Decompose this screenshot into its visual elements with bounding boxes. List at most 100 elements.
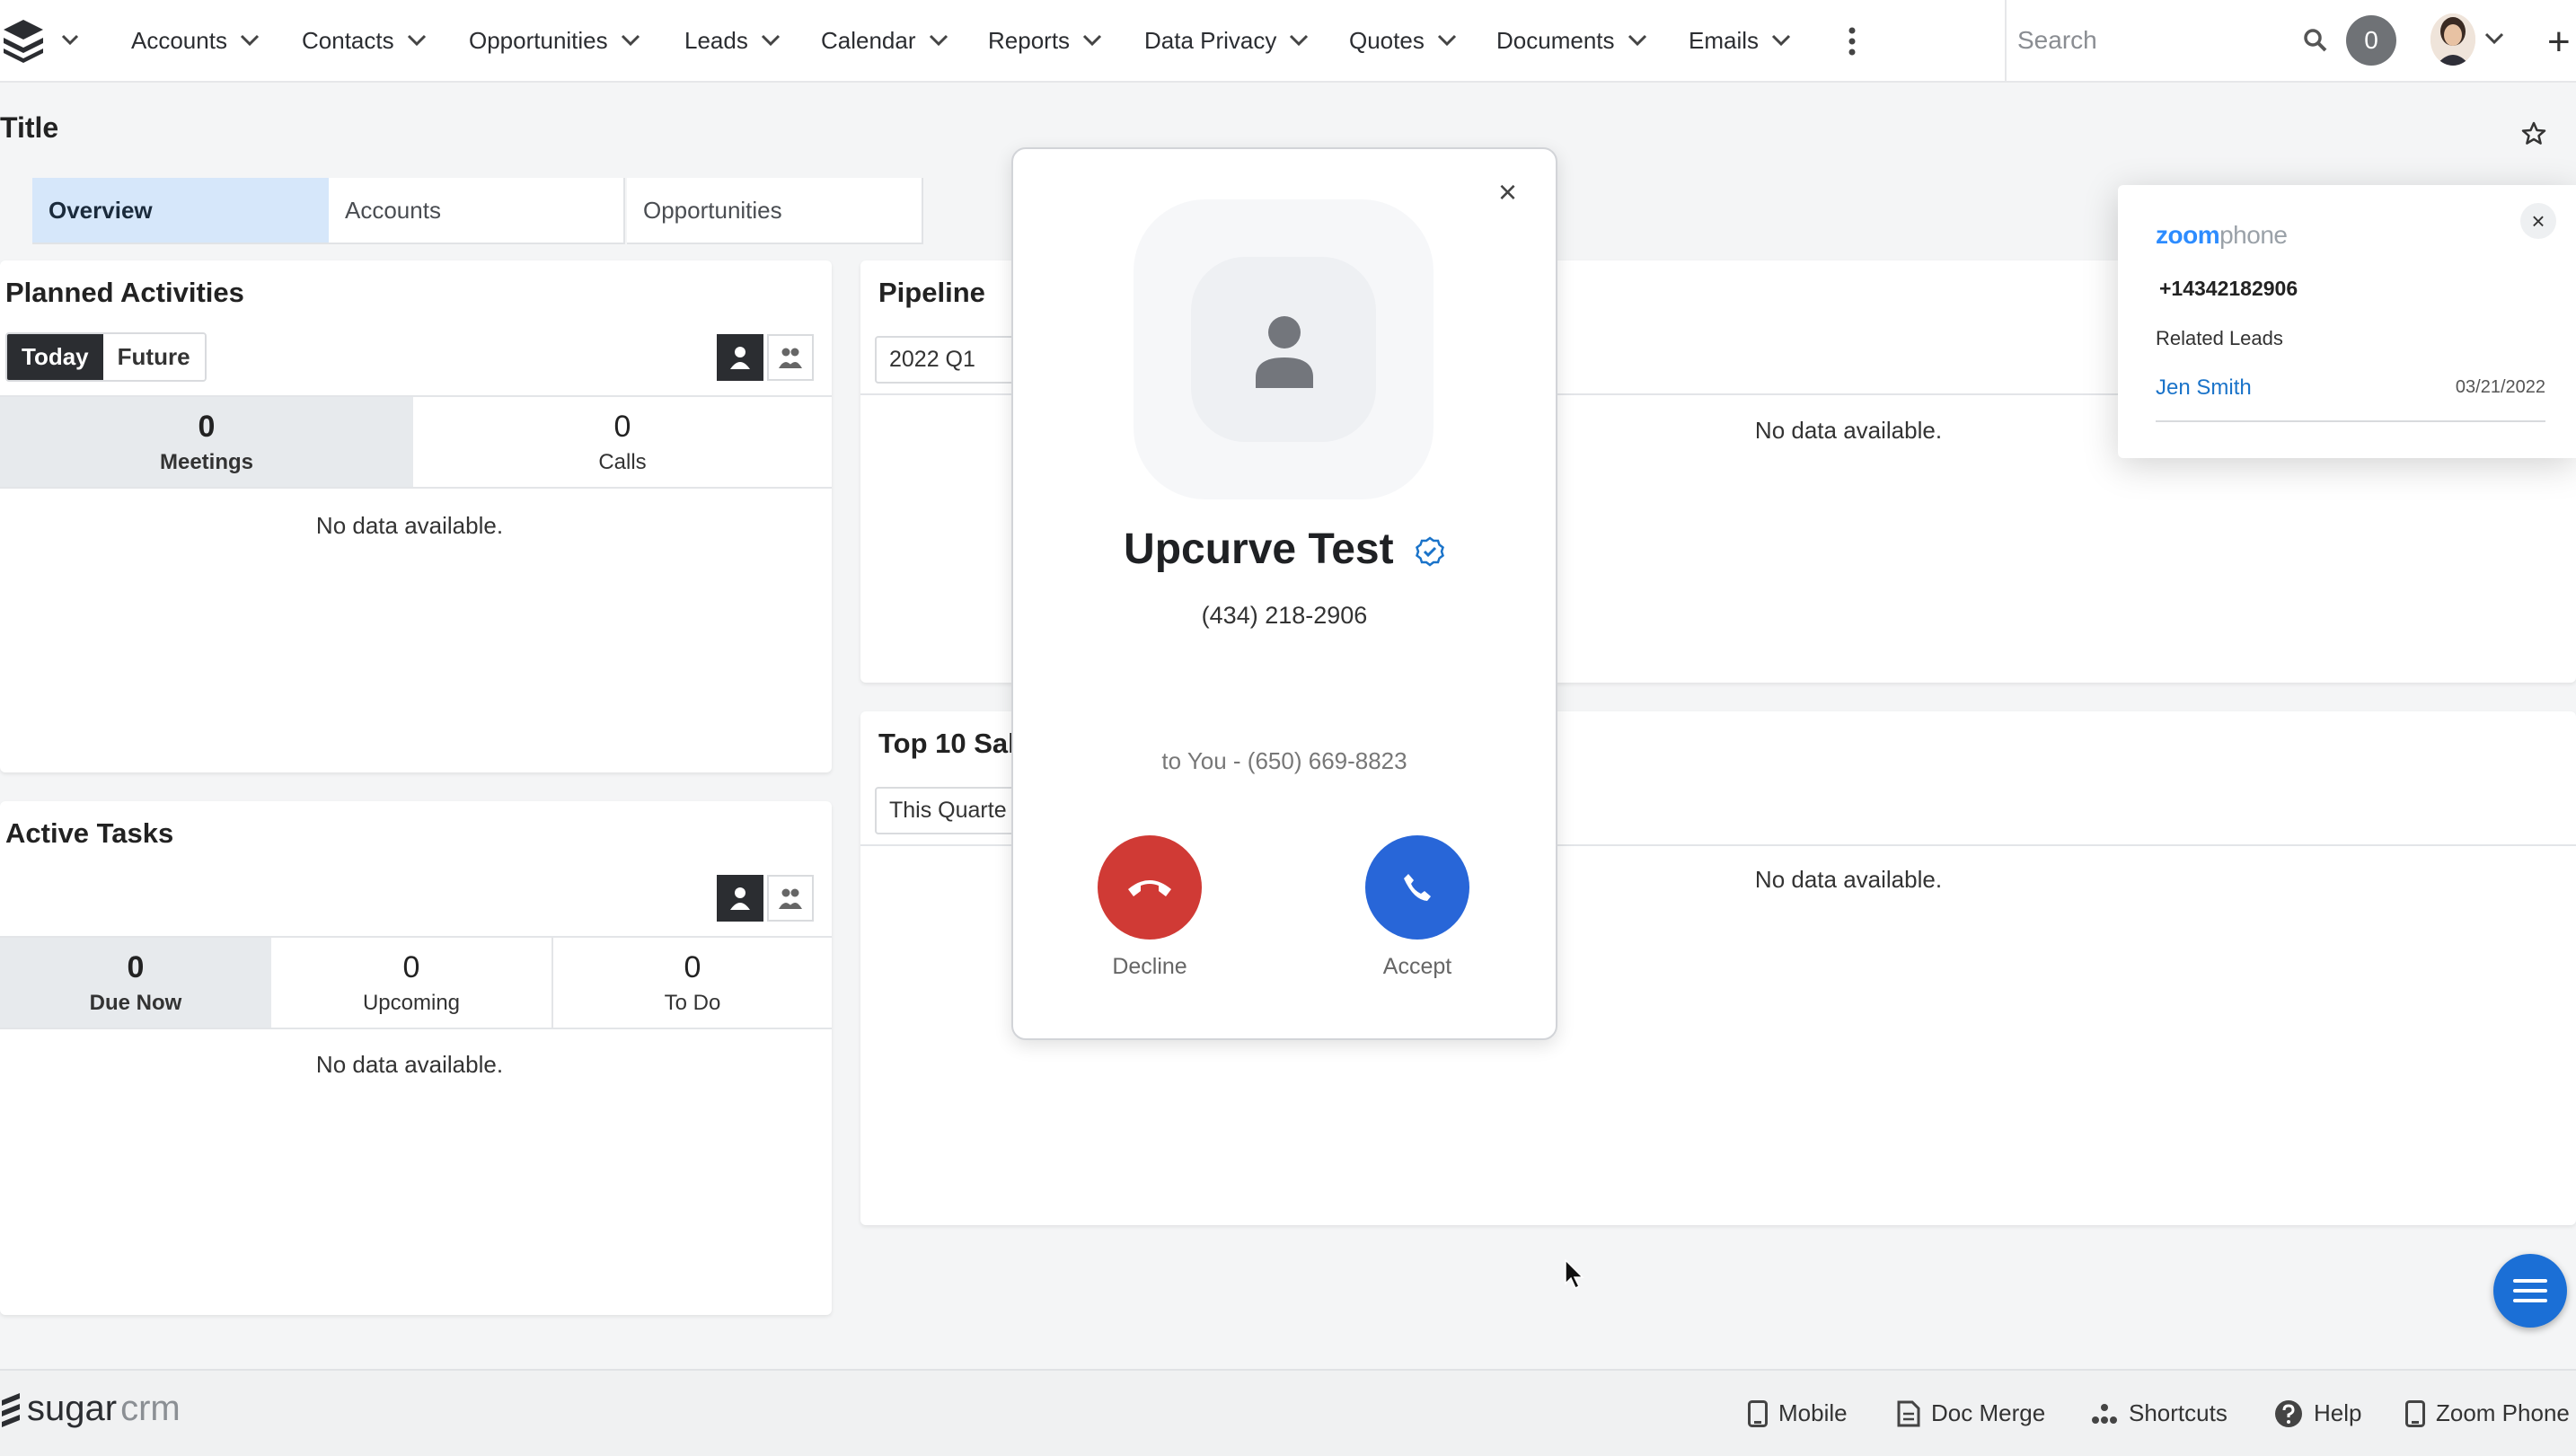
close-icon[interactable]: × [2520,203,2556,239]
chevron-down-icon [1290,34,1309,47]
person-icon [1256,314,1313,388]
nav-leads[interactable]: Leads [684,0,781,81]
caller-name: Upcurve Test [1124,525,1394,573]
nav-documents[interactable]: Documents [1496,0,1647,81]
dashlet-title: Pipeline [878,277,985,308]
chevron-down-icon [929,34,948,47]
mouse-cursor-icon [1565,1259,1584,1290]
meetings-stat[interactable]: 0 Meetings [0,395,413,489]
zoom-phone-panel: zoomphone × +14342182906 Related Leads J… [2118,185,2576,458]
footer-mobile[interactable]: Mobile [1748,1371,1848,1456]
tab-overview[interactable]: Overview [32,178,329,244]
nav-accounts[interactable]: Accounts [131,0,260,81]
tab-opportunities[interactable]: Opportunities [627,178,923,244]
chevron-down-icon [621,34,640,47]
calls-stat[interactable]: 0 Calls [413,395,832,489]
footer-shortcuts[interactable]: Shortcuts [2091,1371,2228,1456]
page-title: Title [0,111,59,144]
caller-avatar-inner [1191,257,1376,442]
sugarcrm-logo[interactable]: sugar crm [0,1389,181,1429]
favorite-star-icon[interactable] [2520,120,2547,147]
upcoming-stat[interactable]: 0 Upcoming [271,936,553,1029]
menu-fab-button[interactable] [2493,1254,2567,1328]
due-now-stat[interactable]: 0 Due Now [0,936,271,1029]
user-avatar[interactable] [2430,13,2475,66]
empty-message: No data available. [315,512,504,539]
mobile-icon [2405,1399,2425,1427]
caller-number: (434) 218-2906 [1201,602,1368,629]
user-menu-chevron-icon[interactable] [2484,32,2504,45]
footer-help[interactable]: Help [2274,1371,2361,1456]
chevron-down-icon [240,34,260,47]
caller-name-row: Upcurve Test [1013,525,1556,574]
empty-message: No data available. [1754,866,1943,893]
nav-reports[interactable]: Reports [988,0,1102,81]
dashlet-title: Top 10 Sal [878,728,1016,759]
home-menu-chevron-icon[interactable] [59,29,81,50]
verified-badge-icon [1415,536,1445,567]
chevron-down-icon [761,34,780,47]
incoming-number: +14342182906 [2159,277,2298,300]
today-future-toggle: Today Future [5,332,207,382]
footer-zoom-phone[interactable]: Zoom Phone [2405,1371,2570,1456]
zoom-phone-logo: zoomphone [2156,221,2288,249]
tab-accounts[interactable]: Accounts [329,178,625,244]
nav-quotes[interactable]: Quotes [1349,0,1457,81]
related-leads-heading: Related Leads [2156,327,2283,349]
dashlet-title: Planned Activities [5,277,244,308]
close-icon[interactable]: × [1498,176,1517,208]
lead-link[interactable]: Jen Smith [2156,375,2252,401]
help-icon [2275,1399,2302,1427]
document-icon [1897,1400,1920,1426]
today-button[interactable]: Today [7,334,103,380]
activity-stats: 0 Meetings 0 Calls [0,395,832,489]
global-search [2005,0,2344,81]
my-items-user-icon[interactable] [717,334,763,381]
footer-doc-merge[interactable]: Doc Merge [1897,1371,2045,1456]
nav-opportunities[interactable]: Opportunities [469,0,640,81]
chevron-down-icon [1628,34,1646,47]
chevron-down-icon [1437,34,1456,47]
caller-avatar [1134,199,1434,499]
call-destination: to You - (650) 669-8823 [1161,747,1407,774]
future-button[interactable]: Future [102,334,205,380]
my-items-user-icon[interactable] [717,875,763,922]
footer-bar: sugar crm Mobile Doc Merge Shortcuts Help… [0,1369,2576,1456]
chevron-down-icon [1082,34,1102,47]
empty-message: No data available. [315,1051,504,1078]
mobile-icon [1748,1399,1768,1427]
phone-hangup-icon [1128,880,1171,896]
phone-icon [1404,874,1431,901]
active-tasks-dashlet: Active Tasks 0 Due Now 0 Upcoming 0 To D… [0,801,832,1315]
nav-data-privacy[interactable]: Data Privacy [1144,0,1309,81]
nav-emails[interactable]: Emails [1689,0,1791,81]
more-menu-icon[interactable] [1841,22,1863,61]
decline-label: Decline [1112,954,1187,979]
task-stats: 0 Due Now 0 Upcoming 0 To Do [0,936,832,1029]
nav-calendar[interactable]: Calendar [821,0,948,81]
accept-label: Accept [1382,954,1452,979]
sugar-logo-icon[interactable] [0,16,50,65]
team-items-users-icon[interactable] [767,875,814,922]
shortcuts-icon [2092,1403,2117,1424]
to-do-stat[interactable]: 0 To Do [553,936,832,1029]
top-navigation: Accounts Contacts Opportunities Leads Ca… [0,0,2576,83]
dashlet-title: Active Tasks [5,817,174,849]
search-input[interactable] [2007,25,2280,56]
decline-button[interactable] [1098,835,1202,940]
sugar-logo-icon [2,1392,20,1427]
hamburger-icon [2513,1279,2547,1302]
accept-button[interactable] [1365,835,1469,940]
divider [2156,420,2545,422]
lead-date: 03/21/2022 [2455,377,2545,397]
chevron-down-icon [407,34,426,47]
quick-create-plus-icon[interactable]: + [2547,20,2571,65]
chevron-down-icon [1771,34,1791,47]
planned-activities-dashlet: Planned Activities Today Future 0 Meetin… [0,260,832,772]
nav-contacts[interactable]: Contacts [302,0,427,81]
team-items-users-icon[interactable] [767,334,814,381]
search-icon[interactable] [2303,28,2328,53]
incoming-call-modal: × Upcurve Test (434) 218-2906 to You - (… [1011,147,1557,1040]
empty-message: No data available. [1754,417,1943,444]
notifications-badge[interactable]: 0 [2346,15,2396,66]
